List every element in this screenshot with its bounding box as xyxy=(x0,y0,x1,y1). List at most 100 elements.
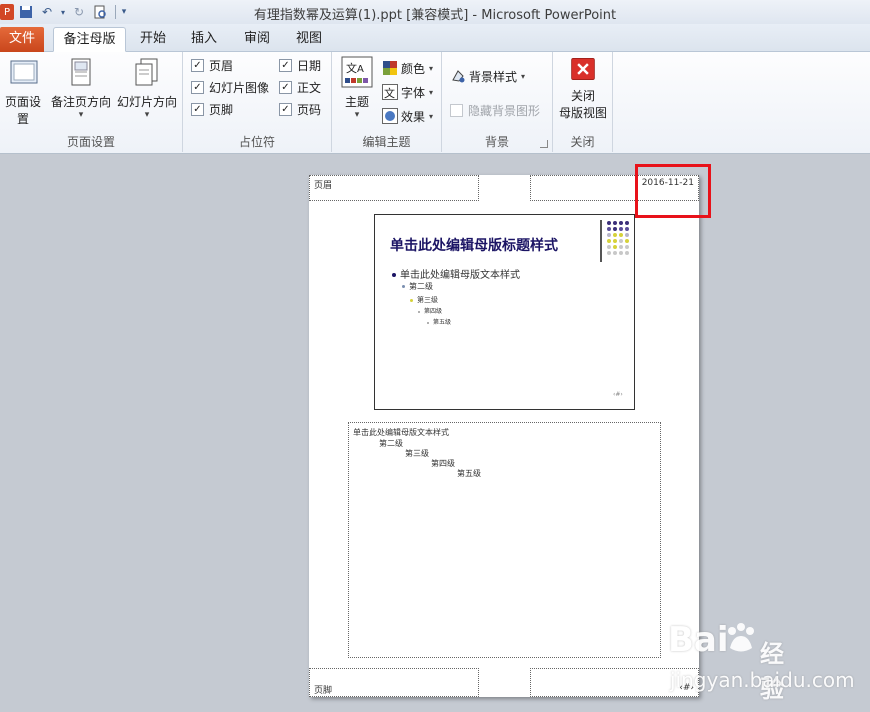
notes-orientation-dropdown-icon: ▾ xyxy=(78,110,84,120)
fonts-label: 字体 xyxy=(401,85,426,100)
theme-button[interactable]: 文A 主题 ▾ xyxy=(338,56,376,120)
slide-level-5-text: 第五级 xyxy=(433,319,452,326)
notes-level-1: 单击此处编辑母版文本样式 xyxy=(353,428,449,437)
group-placeholders: ✓ 页眉 ✓ 日期 ✓ 幻灯片图像 ✓ 正文 ✓ 页脚 ✓ 页码 占位符 xyxy=(183,52,332,152)
colors-dropdown-icon: ▾ xyxy=(429,63,434,73)
checkbox-footer-label: 页脚 xyxy=(209,102,234,117)
slide-level-3: 第三级 xyxy=(410,295,438,305)
slide-master-title: 单击此处编辑母版标题样式 xyxy=(390,238,558,254)
notes-level-3: 第三级 xyxy=(405,449,429,458)
colors-label: 颜色 xyxy=(401,61,426,76)
background-styles-dropdown-icon: ▾ xyxy=(521,71,526,81)
notes-orientation-label: 备注页方向 xyxy=(50,95,111,109)
tab-notes-master[interactable]: 备注母版 xyxy=(53,27,126,52)
watermark-brand: Bai xyxy=(668,620,729,660)
close-label-line1: 关闭 xyxy=(570,89,595,103)
checkbox-slide-image[interactable]: ✓ 幻灯片图像 xyxy=(191,78,269,96)
notes-level-2: 第二级 xyxy=(379,439,403,448)
slide-level-2-text: 第二级 xyxy=(409,282,433,291)
slide-level-4: 第四级 xyxy=(418,306,442,315)
paw-icon xyxy=(728,623,754,652)
checkbox-page-number-label: 页码 xyxy=(297,102,322,117)
tab-review[interactable]: 审阅 xyxy=(232,27,282,52)
close-master-view-button[interactable]: 关闭 母版视图 xyxy=(555,56,611,121)
checkbox-date[interactable]: ✓ 日期 xyxy=(279,56,321,74)
fonts-button[interactable]: 文 字体 ▾ xyxy=(382,82,433,102)
title-bar: P ↶ ▾ ↻ ▾ 有理指数幂及运算(1).ppt [兼容模式] - Micro… xyxy=(0,0,870,24)
checkbox-body-label: 正文 xyxy=(297,80,322,95)
colors-button[interactable]: 颜色 ▾ xyxy=(382,58,433,78)
checkbox-body[interactable]: ✓ 正文 xyxy=(279,78,321,96)
tab-home[interactable]: 开始 xyxy=(130,27,176,52)
effects-dropdown-icon: ▾ xyxy=(429,111,434,121)
checkbox-hide-background-graphics-box[interactable] xyxy=(450,103,463,117)
footer-placeholder[interactable]: 页脚 xyxy=(309,668,479,697)
background-styles-label: 背景样式 xyxy=(469,69,518,84)
checkbox-slide-image-label: 幻灯片图像 xyxy=(209,80,270,95)
group-close: 关闭 母版视图 关闭 xyxy=(553,52,613,152)
slide-decoration-bar xyxy=(600,220,602,262)
group-label-page-setup: 页面设置 xyxy=(66,135,115,149)
footer-placeholder-text: 页脚 xyxy=(314,686,333,696)
slide-orientation-icon xyxy=(135,58,158,86)
fonts-icon: 文 xyxy=(382,84,398,100)
tab-insert[interactable]: 插入 xyxy=(180,27,228,52)
page-setup-button[interactable]: 页面设置 xyxy=(0,56,46,127)
ribbon: 页面设置 备注页方向 ▾ 幻灯片方向 ▾ 页面设置 ✓ 页眉 ✓ 日期 ✓ 幻灯片图像… xyxy=(0,52,870,154)
header-placeholder[interactable]: 页眉 xyxy=(309,175,479,201)
slide-level-3-text: 第三级 xyxy=(417,296,438,304)
page-setup-icon xyxy=(10,60,38,84)
effects-icon xyxy=(382,108,398,124)
slide-level-5: 第五级 xyxy=(427,317,451,326)
background-styles-button[interactable]: 背景样式 ▾ xyxy=(450,66,525,86)
slide-level-4-text: 第四级 xyxy=(424,308,443,315)
tab-file[interactable]: 文件 xyxy=(0,27,44,52)
colors-icon xyxy=(383,61,397,75)
checkbox-date-label: 日期 xyxy=(297,58,322,73)
checkbox-body-box[interactable]: ✓ xyxy=(279,80,292,94)
slide-orientation-button[interactable]: 幻灯片方向 ▾ xyxy=(116,56,178,120)
checkbox-header-box[interactable]: ✓ xyxy=(191,58,204,72)
checkbox-slide-image-box[interactable]: ✓ xyxy=(191,80,204,94)
group-label-edit-theme: 编辑主题 xyxy=(362,135,411,149)
slide-decoration-dots xyxy=(607,221,629,255)
notes-level-4: 第四级 xyxy=(431,459,455,468)
window-title: 有理指数幂及运算(1).ppt [兼容模式] - Microsoft Power… xyxy=(253,8,617,23)
group-page-setup: 页面设置 备注页方向 ▾ 幻灯片方向 ▾ 页面设置 xyxy=(0,52,183,152)
checkbox-header-label: 页眉 xyxy=(209,58,234,73)
checkbox-footer-box[interactable]: ✓ xyxy=(191,102,204,116)
theme-icon: 文A xyxy=(341,56,373,88)
notes-level-5: 第五级 xyxy=(457,469,481,478)
checkbox-page-number-box[interactable]: ✓ xyxy=(279,102,292,116)
svg-text:文: 文 xyxy=(384,86,395,100)
slide-orientation-dropdown-icon: ▾ xyxy=(144,110,150,120)
group-background: 背景样式 ▾ 隐藏背景图形 背景 xyxy=(442,52,553,152)
slide-image-placeholder[interactable]: 单击此处编辑母版标题样式 单击此处编辑母版文本样式 第二级 第三级 第四级 第五… xyxy=(374,214,635,410)
close-label-line2: 母版视图 xyxy=(558,106,607,120)
checkbox-date-box[interactable]: ✓ xyxy=(279,58,292,72)
watermark-url: jingyan.baidu.com xyxy=(670,668,855,692)
group-label-close: 关闭 xyxy=(570,135,595,149)
checkbox-footer[interactable]: ✓ 页脚 xyxy=(191,100,233,118)
theme-dropdown-icon: ▾ xyxy=(354,110,360,120)
group-label-placeholders: 占位符 xyxy=(238,135,275,149)
slide-number-text: ‹#› xyxy=(613,391,623,398)
theme-label: 主题 xyxy=(344,95,369,109)
header-placeholder-text: 页眉 xyxy=(314,181,333,191)
annotation-highlight-box xyxy=(635,164,711,218)
svg-text:文: 文 xyxy=(346,61,357,75)
hide-background-graphics-label: 隐藏背景图形 xyxy=(468,103,541,118)
tab-view[interactable]: 视图 xyxy=(285,27,333,52)
svg-text:A: A xyxy=(357,64,364,75)
group-edit-theme: 文A 主题 ▾ 颜色 ▾ 文 字体 ▾ 效果 ▾ 编辑主题 xyxy=(332,52,442,152)
slide-level-2: 第二级 xyxy=(402,281,433,292)
slide-level-1-text: 单击此处编辑母版文本样式 xyxy=(400,270,520,281)
notes-body-placeholder[interactable]: 单击此处编辑母版文本样式 第二级 第三级 第四级 第五级 xyxy=(348,422,661,658)
checkbox-page-number[interactable]: ✓ 页码 xyxy=(279,100,321,118)
slide-level-1: 单击此处编辑母版文本样式 xyxy=(392,266,520,281)
checkbox-hide-background-graphics[interactable]: 隐藏背景图形 xyxy=(450,101,540,119)
checkbox-header[interactable]: ✓ 页眉 xyxy=(191,56,233,74)
background-styles-icon xyxy=(452,70,465,83)
notes-page-orientation-button[interactable]: 备注页方向 ▾ xyxy=(50,56,112,120)
effects-button[interactable]: 效果 ▾ xyxy=(382,106,433,126)
